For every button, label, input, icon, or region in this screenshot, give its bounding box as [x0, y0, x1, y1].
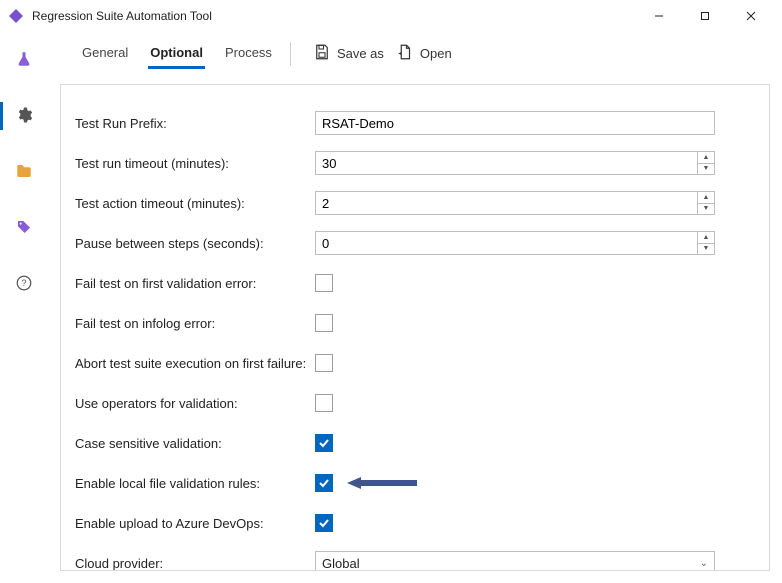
input-test-action-timeout[interactable] — [315, 191, 697, 215]
row-fail-on-infolog: Fail test on infolog error: — [75, 303, 755, 343]
checkbox-fail-on-infolog[interactable] — [315, 314, 333, 332]
row-use-operators: Use operators for validation: — [75, 383, 755, 423]
save-as-button[interactable]: Save as — [307, 39, 390, 68]
save-as-label: Save as — [337, 46, 384, 61]
settings-panel: Test Run Prefix: Test run timeout (minut… — [60, 84, 770, 571]
row-test-run-timeout: Test run timeout (minutes): ▲ ▼ — [75, 143, 755, 183]
tab-process[interactable]: Process — [223, 39, 274, 69]
label-abort-on-first-failure: Abort test suite execution on first fail… — [75, 356, 315, 371]
label-fail-on-infolog: Fail test on infolog error: — [75, 316, 315, 331]
row-test-run-prefix: Test Run Prefix: — [75, 103, 755, 143]
tab-optional[interactable]: Optional — [148, 39, 205, 69]
spinner-test-action-timeout: ▲ ▼ — [315, 191, 715, 215]
row-cloud-provider: Cloud provider: Global ⌄ — [75, 543, 755, 571]
tab-general[interactable]: General — [80, 39, 130, 69]
svg-text:?: ? — [21, 278, 26, 288]
close-button[interactable] — [728, 1, 774, 31]
sidebar-item-help[interactable]: ? — [0, 266, 48, 302]
spinner-pause-between-steps: ▲ ▼ — [315, 231, 715, 255]
label-case-sensitive: Case sensitive validation: — [75, 436, 315, 451]
label-enable-local-rules: Enable local file validation rules: — [75, 476, 315, 491]
window-controls — [636, 1, 774, 31]
minimize-button[interactable] — [636, 1, 682, 31]
open-label: Open — [420, 46, 452, 61]
main-area: General Optional Process Save as Open — [48, 32, 782, 583]
row-pause-between-steps: Pause between steps (seconds): ▲ ▼ — [75, 223, 755, 263]
checkbox-case-sensitive[interactable] — [315, 434, 333, 452]
flask-icon — [15, 50, 33, 71]
select-cloud-provider[interactable]: Global ⌄ — [315, 551, 715, 571]
sidebar-item-tags[interactable] — [0, 210, 48, 246]
label-test-run-prefix: Test Run Prefix: — [75, 116, 315, 131]
row-abort-on-first-failure: Abort test suite execution on first fail… — [75, 343, 755, 383]
select-cloud-provider-value: Global — [322, 556, 360, 571]
maximize-button[interactable] — [682, 1, 728, 31]
tag-icon — [16, 219, 32, 238]
spinner-test-run-timeout: ▲ ▼ — [315, 151, 715, 175]
checkbox-use-operators[interactable] — [315, 394, 333, 412]
sidebar-item-files[interactable] — [0, 154, 48, 190]
input-test-run-prefix[interactable] — [315, 111, 715, 135]
spin-up-test-action-timeout[interactable]: ▲ — [698, 192, 714, 204]
open-icon — [396, 43, 414, 64]
spin-down-pause-between-steps[interactable]: ▼ — [698, 244, 714, 255]
row-case-sensitive: Case sensitive validation: — [75, 423, 755, 463]
folder-icon — [15, 162, 33, 183]
sidebar: ? — [0, 32, 48, 583]
checkbox-enable-local-rules[interactable] — [315, 474, 333, 492]
checkbox-enable-upload-devops[interactable] — [315, 514, 333, 532]
row-enable-local-rules: Enable local file validation rules: — [75, 463, 755, 503]
sidebar-item-tests[interactable] — [0, 42, 48, 78]
spin-up-test-run-timeout[interactable]: ▲ — [698, 152, 714, 164]
checkbox-fail-on-validation[interactable] — [315, 274, 333, 292]
gear-icon — [15, 106, 33, 127]
titlebar: Regression Suite Automation Tool — [0, 0, 782, 32]
label-cloud-provider: Cloud provider: — [75, 556, 315, 571]
checkbox-abort-on-first-failure[interactable] — [315, 354, 333, 372]
toolbar: General Optional Process Save as Open — [60, 32, 770, 76]
label-pause-between-steps: Pause between steps (seconds): — [75, 236, 315, 251]
input-pause-between-steps[interactable] — [315, 231, 697, 255]
arrow-callout-icon — [347, 475, 417, 491]
label-test-run-timeout: Test run timeout (minutes): — [75, 156, 315, 171]
label-test-action-timeout: Test action timeout (minutes): — [75, 196, 315, 211]
label-use-operators: Use operators for validation: — [75, 396, 315, 411]
sidebar-item-settings[interactable] — [0, 98, 48, 134]
window-title: Regression Suite Automation Tool — [32, 9, 636, 23]
row-enable-upload-devops: Enable upload to Azure DevOps: — [75, 503, 755, 543]
label-fail-on-validation: Fail test on first validation error: — [75, 276, 315, 291]
label-enable-upload-devops: Enable upload to Azure DevOps: — [75, 516, 315, 531]
tabs: General Optional Process — [60, 39, 274, 69]
help-icon: ? — [15, 274, 33, 295]
spin-down-test-action-timeout[interactable]: ▼ — [698, 204, 714, 215]
row-fail-on-validation: Fail test on first validation error: — [75, 263, 755, 303]
input-test-run-timeout[interactable] — [315, 151, 697, 175]
chevron-down-icon: ⌄ — [700, 558, 708, 569]
save-as-icon — [313, 43, 331, 64]
row-test-action-timeout: Test action timeout (minutes): ▲ ▼ — [75, 183, 755, 223]
open-button[interactable]: Open — [390, 39, 458, 68]
app-icon — [8, 8, 24, 24]
spin-down-test-run-timeout[interactable]: ▼ — [698, 164, 714, 175]
spin-up-pause-between-steps[interactable]: ▲ — [698, 232, 714, 244]
toolbar-divider — [290, 42, 291, 66]
app-window: Regression Suite Automation Tool — [0, 0, 782, 583]
